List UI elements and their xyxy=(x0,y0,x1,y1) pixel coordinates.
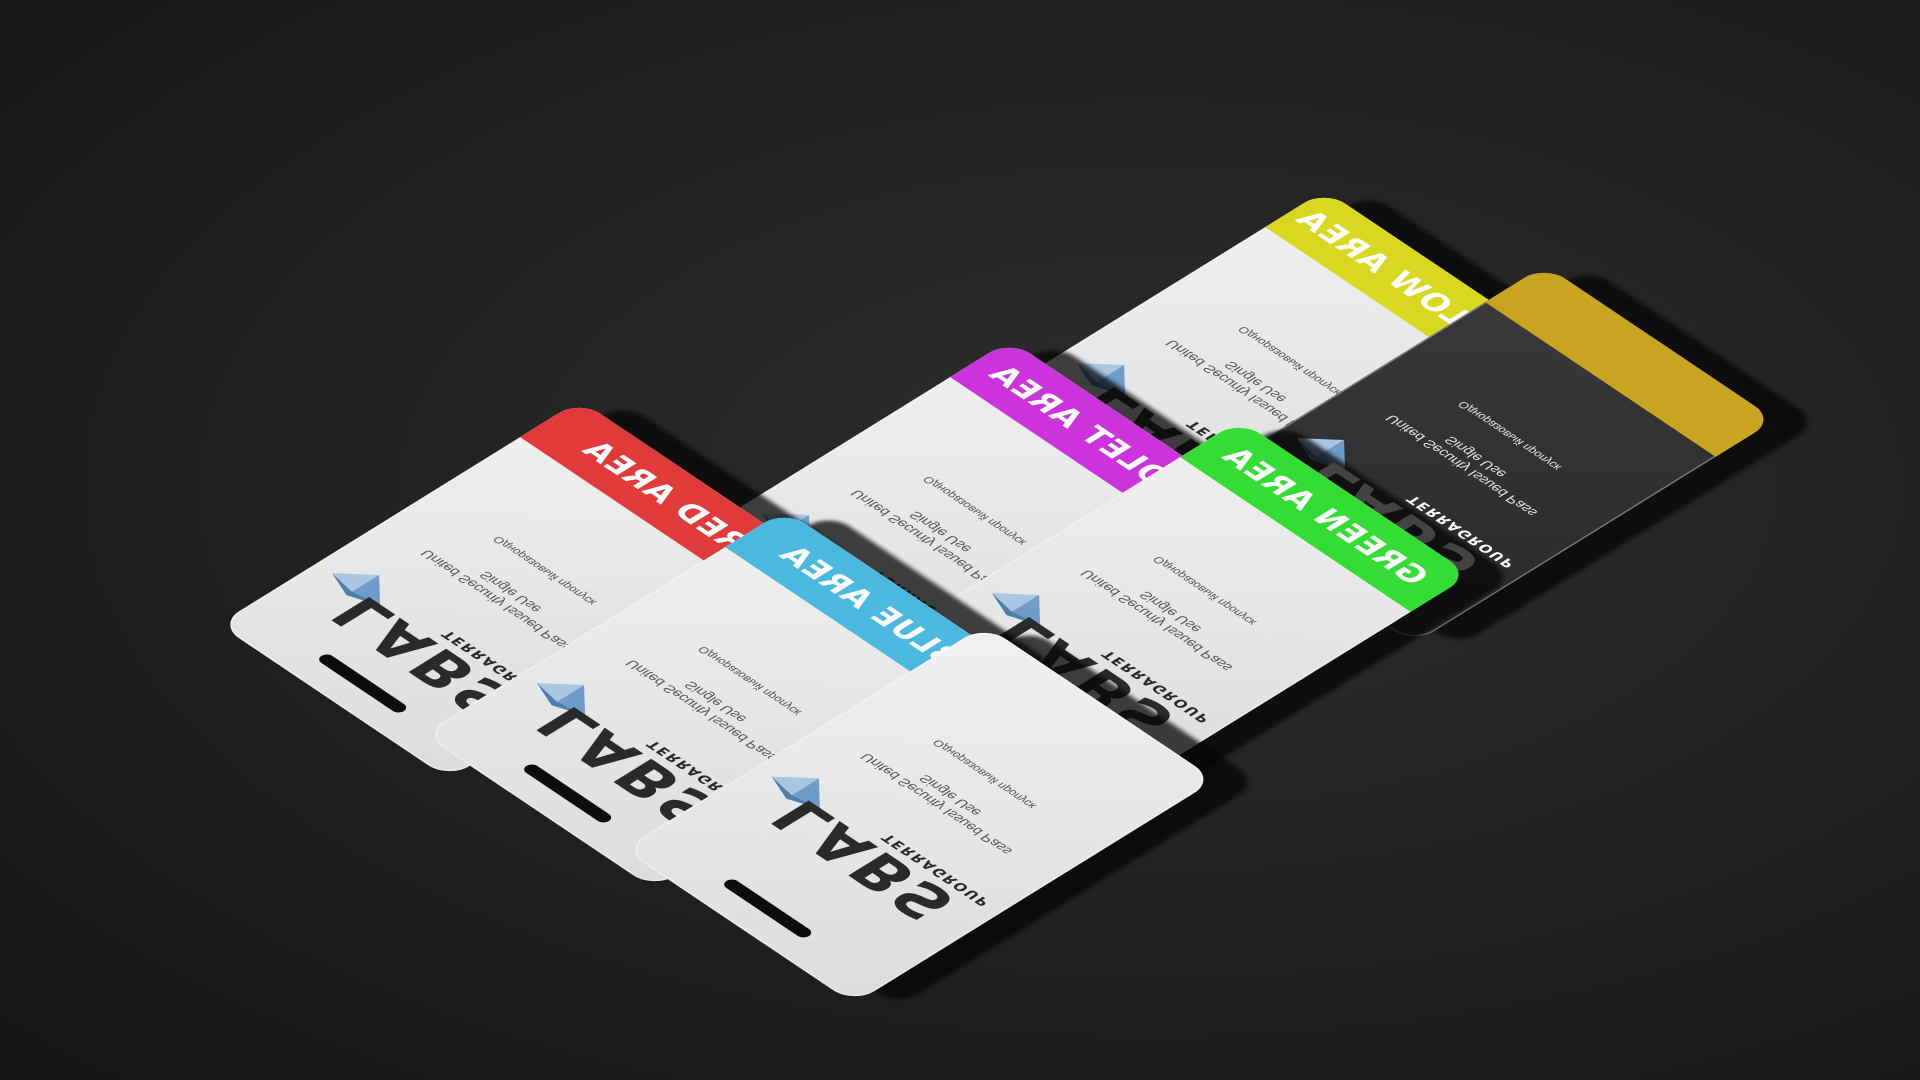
lanyard-slot xyxy=(720,877,815,940)
keycard-scene: RED AREA LABS TERRAGROUP United Security… xyxy=(0,0,1920,1080)
